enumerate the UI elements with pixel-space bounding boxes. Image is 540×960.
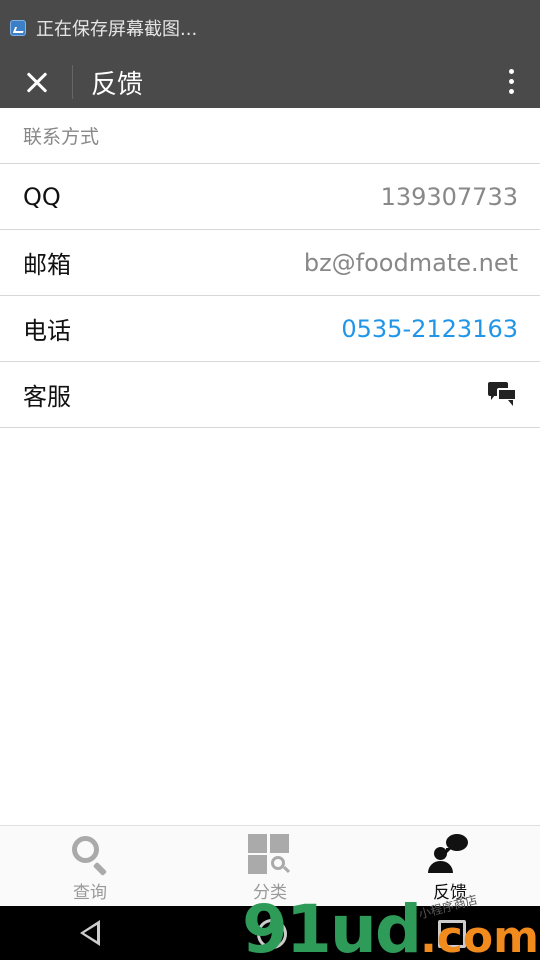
chat-icon[interactable] bbox=[488, 381, 518, 408]
screenshot-icon bbox=[10, 20, 26, 36]
tab-category[interactable]: 分类 bbox=[180, 826, 360, 906]
back-nav-icon[interactable] bbox=[60, 906, 120, 960]
status-notification-text: 正在保存屏幕截图... bbox=[36, 19, 198, 40]
category-icon bbox=[248, 834, 292, 874]
tab-search[interactable]: 查询 bbox=[0, 826, 180, 906]
tab-bar: 查询 分类 反馈 bbox=[0, 825, 540, 906]
contact-value: bz@foodmate.net bbox=[303, 248, 518, 277]
section-header: 联系方式 bbox=[0, 108, 540, 164]
tab-label: 分类 bbox=[253, 883, 287, 903]
search-icon bbox=[68, 834, 112, 877]
contact-label: 电话 bbox=[23, 317, 71, 345]
contact-row-qq[interactable]: QQ 139307733 bbox=[0, 164, 540, 230]
phone-link[interactable]: 0535-2123163 bbox=[341, 315, 518, 343]
tab-feedback[interactable]: 反馈 bbox=[360, 826, 540, 906]
system-nav-bar bbox=[0, 906, 540, 960]
contact-list: QQ 139307733 邮箱 bz@foodmate.net 电话 0535-… bbox=[0, 164, 540, 428]
tab-label: 查询 bbox=[73, 883, 107, 903]
page-title: 反馈 bbox=[91, 69, 144, 100]
more-options-button[interactable] bbox=[480, 56, 540, 108]
contact-row-service[interactable]: 客服 bbox=[0, 362, 540, 428]
status-bar: 正在保存屏幕截图... bbox=[0, 0, 540, 56]
contact-value: 139307733 bbox=[380, 182, 518, 211]
contact-label: 邮箱 bbox=[23, 251, 71, 279]
contact-row-email[interactable]: 邮箱 bz@foodmate.net bbox=[0, 230, 540, 296]
title-divider bbox=[72, 65, 73, 99]
contact-label: 客服 bbox=[23, 383, 71, 411]
home-nav-icon[interactable] bbox=[240, 906, 300, 960]
close-button[interactable] bbox=[0, 56, 72, 108]
tab-label: 反馈 bbox=[433, 883, 467, 903]
contact-row-phone[interactable]: 电话 0535-2123163 bbox=[0, 296, 540, 362]
feedback-icon bbox=[428, 834, 472, 874]
contact-label: QQ bbox=[23, 182, 61, 211]
title-bar: 反馈 bbox=[0, 56, 540, 108]
recent-apps-icon[interactable] bbox=[420, 906, 480, 960]
